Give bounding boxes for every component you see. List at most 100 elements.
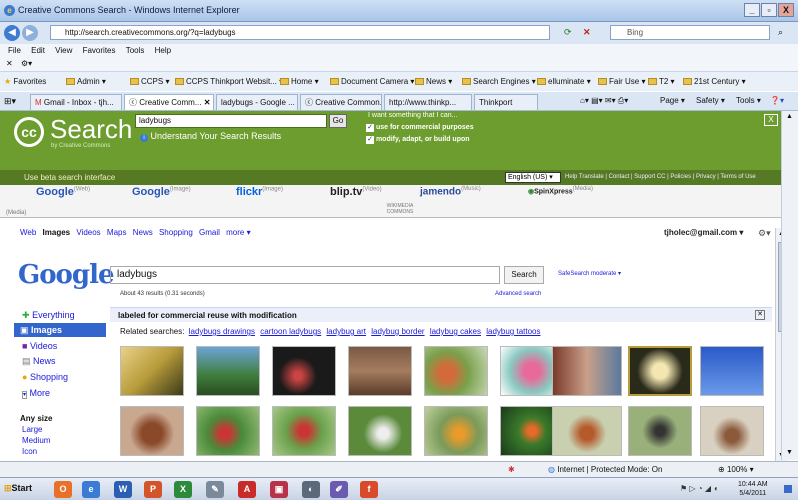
- error-icon[interactable]: ✱: [508, 465, 515, 474]
- fav-ccps[interactable]: CCPS ▾: [130, 77, 169, 86]
- tray-icons[interactable]: ⚑ ▷ ◔ ◢ ◖: [680, 484, 718, 493]
- back-button[interactable]: ◀: [4, 25, 20, 41]
- address-bar[interactable]: http://search.creativecommons.org/?q=lad…: [50, 25, 550, 40]
- related-link[interactable]: ladybug art: [326, 327, 366, 336]
- cc-close-button[interactable]: X: [764, 114, 778, 126]
- home-icon[interactable]: ⌂▾ ▤▾ ✉▾ ⎙▾: [580, 96, 628, 106]
- account-link[interactable]: tjholec@gmail.com ▾: [664, 228, 743, 237]
- flash-icon[interactable]: f: [360, 481, 378, 498]
- image-result[interactable]: [700, 406, 764, 456]
- zoom-control[interactable]: ⊕ 100% ▾: [718, 465, 754, 474]
- fav-home[interactable]: Home ▾: [280, 77, 319, 86]
- related-link[interactable]: cartoon ladybugs: [260, 327, 321, 336]
- commercial-checkbox[interactable]: ✓ use for commercial purposes: [366, 124, 474, 132]
- close-filter-button[interactable]: ✕: [755, 310, 765, 320]
- cc-go-button[interactable]: Go: [329, 114, 347, 128]
- image-result[interactable]: [700, 346, 764, 396]
- ie-page-menu[interactable]: Page ▾: [660, 96, 685, 105]
- cc-search-input[interactable]: ladybugs: [135, 114, 327, 128]
- page-scroll-down-icon[interactable]: ▼: [786, 449, 793, 456]
- nav-more[interactable]: ▾ More: [22, 388, 50, 399]
- top-link-web[interactable]: Web: [20, 228, 36, 237]
- top-link-news[interactable]: News: [133, 228, 153, 237]
- google-logo[interactable]: Google: [18, 260, 114, 290]
- image-result[interactable]: [424, 406, 488, 456]
- image-result[interactable]: [196, 406, 260, 456]
- menu-help[interactable]: Help: [155, 44, 171, 57]
- top-link-gmail[interactable]: Gmail: [199, 228, 220, 237]
- top-link-maps[interactable]: Maps: [107, 228, 127, 237]
- google-search-input[interactable]: ladybugs: [110, 266, 500, 284]
- clock[interactable]: 10:44 AM 5/4/2011: [738, 480, 768, 498]
- minimize-button[interactable]: _: [744, 3, 760, 17]
- engine-flickr[interactable]: flickr(Image): [236, 186, 283, 202]
- engine-google-image[interactable]: Google(Image): [132, 186, 191, 202]
- image-result[interactable]: [120, 346, 184, 396]
- close-toolbar-icon[interactable]: ✕: [6, 59, 13, 68]
- tab-creative-commons-2[interactable]: ⓒ Creative Common...: [300, 94, 382, 110]
- favorites-button[interactable]: ★ Favorites: [4, 77, 46, 86]
- word-icon[interactable]: W: [114, 481, 132, 498]
- excel-icon[interactable]: X: [174, 481, 192, 498]
- fav-admin[interactable]: Admin ▾: [66, 77, 106, 86]
- tab-grid-icon[interactable]: ⊞▾: [4, 96, 16, 107]
- image-result[interactable]: [272, 346, 336, 396]
- footer-links[interactable]: Help Translate | Contact | Support CC | …: [565, 174, 756, 180]
- menu-file[interactable]: File: [8, 44, 21, 57]
- tab-gmail[interactable]: M Gmail - Inbox - tjh...: [30, 94, 122, 110]
- nav-images[interactable]: ▣ Images: [14, 323, 106, 337]
- powerpoint-icon[interactable]: P: [144, 481, 162, 498]
- image-result[interactable]: [196, 346, 260, 396]
- start-button[interactable]: ⊞Start: [4, 483, 32, 494]
- paint-icon[interactable]: ✐: [330, 481, 348, 498]
- engine-bliptv[interactable]: blip.tv(Video): [330, 186, 382, 202]
- image-result[interactable]: [628, 406, 692, 456]
- safesearch-link[interactable]: SafeSearch moderate ▾: [558, 270, 621, 277]
- image-result[interactable]: [628, 346, 692, 396]
- modify-checkbox[interactable]: ✓ modify, adapt, or build upon: [366, 136, 470, 144]
- restore-button[interactable]: ▫: [761, 3, 777, 17]
- fav-search-engines[interactable]: Search Engines ▾: [462, 77, 536, 86]
- menu-view[interactable]: View: [55, 44, 72, 57]
- tab-creative-commons[interactable]: ⓒ Creative Comm... ✕: [124, 94, 214, 110]
- tab-thinkport-url[interactable]: http://www.thinkp...: [384, 94, 472, 110]
- size-medium[interactable]: Medium: [22, 436, 50, 445]
- fav-fair-use[interactable]: Fair Use ▾: [598, 77, 645, 86]
- menu-tools[interactable]: Tools: [126, 44, 145, 57]
- engine-google-web[interactable]: Google(Web): [36, 186, 90, 202]
- ie-tools-menu[interactable]: Tools ▾: [736, 96, 761, 105]
- understand-link[interactable]: i Understand Your Search Results: [140, 131, 281, 142]
- fav-elluminate[interactable]: elluminate ▾: [537, 77, 591, 86]
- image-result[interactable]: [348, 406, 412, 456]
- engine-wikimedia[interactable]: WIKIMEDIA COMMONS: [380, 203, 420, 215]
- menu-edit[interactable]: Edit: [31, 44, 45, 57]
- image-result[interactable]: [348, 346, 412, 396]
- image-result[interactable]: [552, 406, 622, 456]
- nav-videos[interactable]: ■ Videos: [22, 341, 57, 351]
- gear-icon[interactable]: ⚙▾: [758, 228, 771, 239]
- top-link-videos[interactable]: Videos: [76, 228, 100, 237]
- ie-icon[interactable]: e: [82, 481, 100, 498]
- acrobat-icon[interactable]: A: [238, 481, 256, 498]
- ie-safety-menu[interactable]: Safety ▾: [696, 96, 725, 105]
- related-link[interactable]: ladybug tattoos: [486, 327, 540, 336]
- help-icon[interactable]: ❓▾: [770, 96, 784, 105]
- related-link[interactable]: ladybugs drawings: [189, 327, 255, 336]
- page-scroll-up-icon[interactable]: ▲: [786, 113, 793, 120]
- image-result[interactable]: [120, 406, 184, 456]
- fav-ccps-thinkport[interactable]: CCPS Thinkport Websit... ▾: [175, 77, 283, 86]
- advanced-search-link[interactable]: Advanced search: [495, 291, 541, 297]
- engine-jamendo[interactable]: jamendo(Music): [420, 186, 481, 202]
- fav-news[interactable]: News ▾: [415, 77, 452, 86]
- stop-icon[interactable]: ✕: [583, 27, 591, 38]
- size-icon[interactable]: Icon: [22, 447, 37, 456]
- show-desktop-icon[interactable]: [784, 485, 792, 493]
- nav-shopping[interactable]: ● Shopping: [22, 372, 68, 382]
- image-result[interactable]: [272, 406, 336, 456]
- media-icon[interactable]: ▣: [270, 481, 288, 498]
- close-window-button[interactable]: X: [778, 3, 794, 17]
- page-scrollbar[interactable]: ▲ ▼: [781, 111, 798, 460]
- top-link-images[interactable]: Images: [43, 228, 71, 237]
- language-select[interactable]: English (US) ▾: [505, 172, 561, 183]
- camera-icon[interactable]: ◐: [302, 481, 320, 498]
